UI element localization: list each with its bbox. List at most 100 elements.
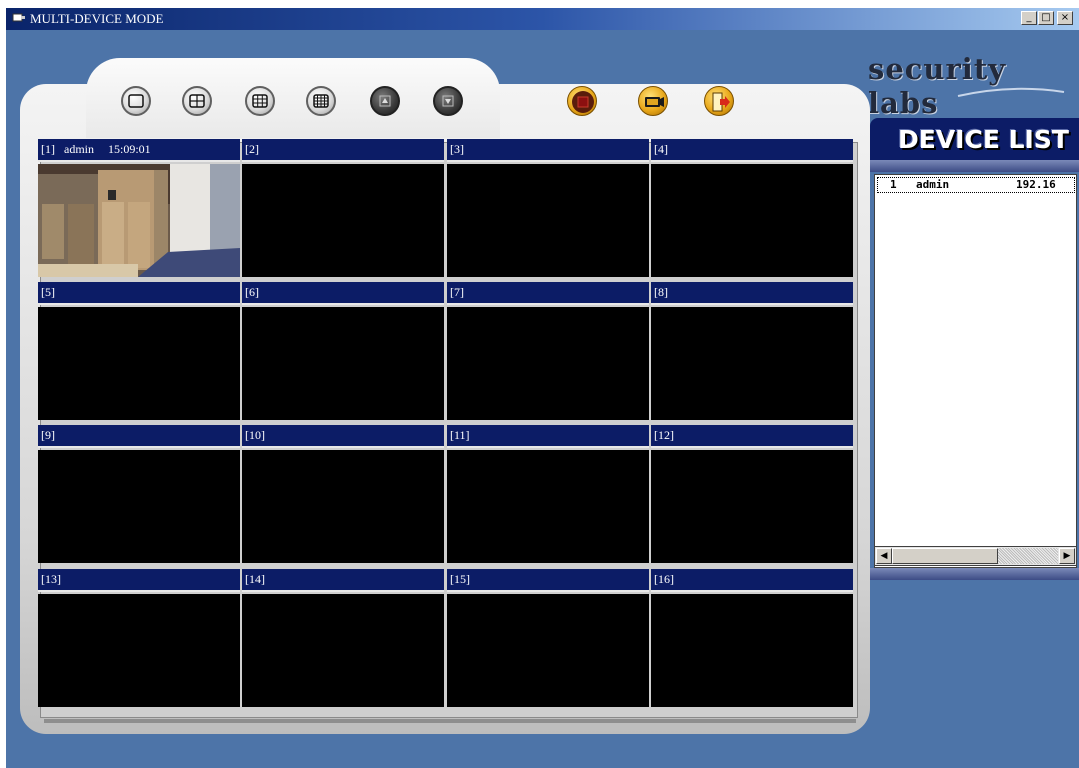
camera-channel-9[interactable]: [9] bbox=[38, 425, 240, 565]
device-list-title: DEVICE LIST bbox=[898, 125, 1069, 154]
channel-header: [3] bbox=[447, 139, 649, 162]
camera-channel-8[interactable]: [8] bbox=[651, 282, 853, 422]
title-bar[interactable]: MULTI-DEVICE MODE _ □ × bbox=[6, 8, 1079, 30]
camera-channel-1[interactable]: [1] admin 15:09:01 bbox=[38, 139, 240, 279]
channel-header: [4] bbox=[651, 139, 853, 162]
video-feed[interactable] bbox=[447, 164, 649, 277]
single-screen-icon bbox=[128, 94, 144, 108]
exit-door-icon bbox=[712, 92, 730, 112]
exit-button[interactable] bbox=[704, 86, 734, 116]
video-feed[interactable] bbox=[38, 307, 240, 420]
live-room-image bbox=[38, 164, 240, 277]
record-button[interactable] bbox=[567, 86, 597, 116]
device-list-footer-bar bbox=[870, 568, 1079, 580]
video-feed[interactable] bbox=[242, 307, 444, 420]
quad-view-button[interactable] bbox=[182, 86, 212, 116]
page-down-button[interactable] bbox=[433, 86, 463, 116]
channel-header: [9] bbox=[38, 425, 240, 448]
camera-channel-11[interactable]: [11] bbox=[447, 425, 649, 565]
camera-icon bbox=[645, 97, 664, 107]
channel-header: [10] bbox=[242, 425, 444, 448]
device-list-scrollbar[interactable]: ◀ ▶ bbox=[874, 546, 1077, 566]
nine-view-button[interactable] bbox=[245, 86, 275, 116]
channel-label: [7] bbox=[450, 285, 464, 299]
channel-label: [15] bbox=[450, 572, 470, 586]
camera-channel-13[interactable]: [13] bbox=[38, 569, 240, 709]
video-feed[interactable] bbox=[651, 307, 853, 420]
device-list-bar bbox=[870, 160, 1079, 172]
video-feed[interactable] bbox=[447, 450, 649, 563]
channel-header: [16] bbox=[651, 569, 853, 592]
camera-channel-10[interactable]: [10] bbox=[242, 425, 444, 565]
camera-button[interactable] bbox=[638, 86, 668, 116]
minimize-button[interactable]: _ bbox=[1021, 11, 1037, 25]
video-feed[interactable] bbox=[651, 594, 853, 707]
channel-label: [11] bbox=[450, 428, 470, 442]
channel-header: [13] bbox=[38, 569, 240, 592]
channel-header: [11] bbox=[447, 425, 649, 448]
camera-channel-5[interactable]: [5] bbox=[38, 282, 240, 422]
channel-header: [12] bbox=[651, 425, 853, 448]
channel-header: [8] bbox=[651, 282, 853, 305]
scroll-left-icon[interactable]: ◀ bbox=[876, 548, 892, 564]
video-feed[interactable] bbox=[38, 450, 240, 563]
channel-label: [6] bbox=[245, 285, 259, 299]
device-index: 1 bbox=[890, 178, 897, 191]
scroll-track[interactable] bbox=[998, 548, 1058, 564]
device-list-item[interactable]: 1 admin 192.16 bbox=[877, 177, 1075, 193]
channel-label: [2] bbox=[245, 142, 259, 156]
scroll-right-icon[interactable]: ▶ bbox=[1059, 548, 1075, 564]
camera-channel-6[interactable]: [6] bbox=[242, 282, 444, 422]
brand-swoosh-icon bbox=[957, 87, 1065, 97]
single-view-button[interactable] bbox=[121, 86, 151, 116]
device-name: admin bbox=[916, 178, 950, 191]
camera-channel-3[interactable]: [3] bbox=[447, 139, 649, 279]
page-up-button[interactable] bbox=[370, 86, 400, 116]
channel-label: [12] bbox=[654, 428, 674, 442]
video-feed[interactable] bbox=[242, 450, 444, 563]
nine-grid-icon bbox=[252, 94, 268, 108]
channel-header: [14] bbox=[242, 569, 444, 592]
camera-channel-16[interactable]: [16] bbox=[651, 569, 853, 709]
window-title: MULTI-DEVICE MODE bbox=[30, 11, 164, 26]
device-list-header: DEVICE LIST bbox=[870, 118, 1079, 160]
arrow-up-icon bbox=[379, 95, 391, 107]
sixteen-grid-icon bbox=[313, 94, 329, 108]
channel-header: [15] bbox=[447, 569, 649, 592]
device-list[interactable]: 1 admin 192.16 bbox=[874, 174, 1077, 568]
channel-time: 15:09:01 bbox=[108, 142, 151, 156]
device-address: 192.16 bbox=[1016, 178, 1056, 191]
channel-header: [5] bbox=[38, 282, 240, 305]
channel-label: [3] bbox=[450, 142, 464, 156]
channel-label: [16] bbox=[654, 572, 674, 586]
camera-channel-7[interactable]: [7] bbox=[447, 282, 649, 422]
camera-channel-12[interactable]: [12] bbox=[651, 425, 853, 565]
channel-label: [13] bbox=[41, 572, 61, 586]
channel-header: [6] bbox=[242, 282, 444, 305]
video-feed[interactable] bbox=[447, 594, 649, 707]
maximize-button[interactable]: □ bbox=[1038, 11, 1054, 25]
video-feed[interactable] bbox=[38, 594, 240, 707]
channel-label: [5] bbox=[41, 285, 55, 299]
channel-label: [4] bbox=[654, 142, 668, 156]
video-feed[interactable] bbox=[38, 164, 240, 277]
video-feed[interactable] bbox=[651, 164, 853, 277]
arrow-down-icon bbox=[442, 95, 454, 107]
video-feed[interactable] bbox=[651, 450, 853, 563]
video-feed[interactable] bbox=[242, 164, 444, 277]
grid-bottom-strip bbox=[44, 719, 856, 723]
channel-header: [2] bbox=[242, 139, 444, 162]
camera-channel-4[interactable]: [4] bbox=[651, 139, 853, 279]
camera-channel-14[interactable]: [14] bbox=[242, 569, 444, 709]
application-window: MULTI-DEVICE MODE _ □ × security labs [1… bbox=[6, 8, 1079, 768]
close-button[interactable]: × bbox=[1057, 11, 1073, 25]
channel-header: [1] admin 15:09:01 bbox=[38, 139, 240, 162]
camera-channel-2[interactable]: [2] bbox=[242, 139, 444, 279]
record-icon bbox=[572, 91, 594, 113]
channel-label: [14] bbox=[245, 572, 265, 586]
video-feed[interactable] bbox=[242, 594, 444, 707]
scroll-thumb[interactable] bbox=[892, 548, 998, 564]
video-feed[interactable] bbox=[447, 307, 649, 420]
camera-channel-15[interactable]: [15] bbox=[447, 569, 649, 709]
sixteen-view-button[interactable] bbox=[306, 86, 336, 116]
